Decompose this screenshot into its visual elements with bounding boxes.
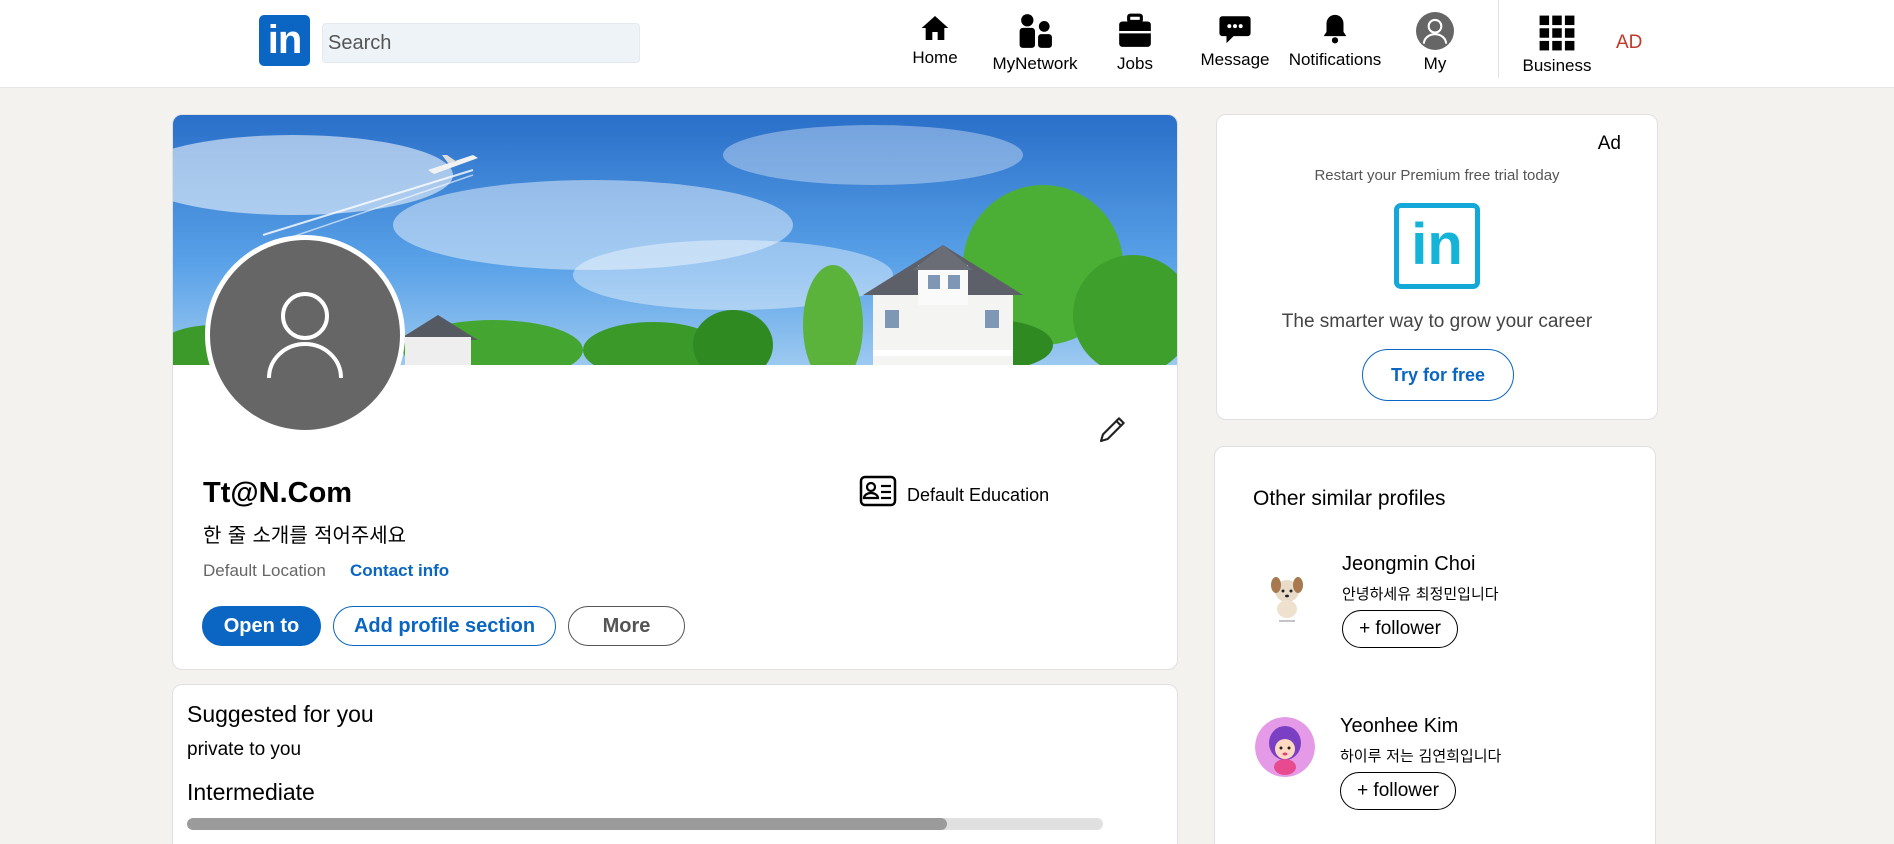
chat-icon — [1219, 16, 1251, 44]
follow-button[interactable]: + follower — [1342, 610, 1458, 648]
profile-strength-fill — [187, 818, 948, 830]
linkedin-logo[interactable]: in — [259, 15, 310, 66]
try-for-free-button[interactable]: Try for free — [1362, 349, 1514, 401]
edit-profile-button[interactable] — [1097, 413, 1133, 449]
grid-icon — [1539, 15, 1575, 51]
nav-my-label: My — [1423, 54, 1447, 73]
briefcase-icon — [1119, 13, 1151, 47]
nav-mynetwork-label: MyNetwork — [992, 54, 1078, 73]
avatar-icon — [1416, 12, 1454, 50]
add-profile-section-button[interactable]: Add profile section — [333, 606, 556, 646]
more-button[interactable]: More — [568, 606, 685, 646]
user-icon — [267, 292, 343, 379]
ad-promo-text: Restart your Premium free trial today — [1314, 167, 1560, 184]
contact-info-link[interactable]: Contact info — [350, 561, 449, 581]
nav-home-label: Home — [912, 48, 958, 67]
nav-home[interactable]: Home — [885, 12, 985, 68]
search-input[interactable] — [322, 23, 640, 63]
suggested-subtitle: private to you — [187, 739, 302, 760]
linkedin-premium-logo: in — [1394, 203, 1480, 289]
nav-notifications[interactable]: Notifications — [1285, 12, 1385, 70]
default-avatar — [210, 240, 400, 430]
nav-notifications-label: Notifications — [1288, 50, 1382, 69]
nav-mynetwork[interactable]: MyNetwork — [985, 12, 1085, 74]
suggested-card: Suggested for you private to you Interme… — [172, 684, 1178, 844]
nav-jobs[interactable]: Jobs — [1085, 12, 1185, 74]
nav-message[interactable]: Message — [1185, 12, 1285, 70]
profile-card: Tt@N.Com 한 줄 소개를 적어주세요 Default Location … — [172, 114, 1178, 670]
avatar — [1257, 565, 1317, 625]
profile-location: Default Location — [203, 561, 326, 580]
similar-profile-bio: 하이루 저는 김연희입니다 — [1340, 747, 1502, 765]
similar-profile-name[interactable]: Jeongmin Choi — [1342, 553, 1475, 576]
nav-my[interactable]: My — [1385, 12, 1485, 74]
similar-profile-name[interactable]: Yeonhee Kim — [1340, 715, 1458, 738]
avatar — [1255, 717, 1315, 777]
profile-name: Tt@N.Com — [203, 477, 353, 509]
profile-avatar[interactable] — [205, 235, 405, 435]
similar-profiles-title: Other similar profiles — [1253, 487, 1446, 510]
premium-ad-card: Ad Restart your Premium free trial today… — [1216, 114, 1658, 420]
top-navigation-bar: in Home MyNetwork Jobs Message Notificat… — [0, 0, 1894, 88]
nav-message-label: Message — [1200, 50, 1270, 69]
profile-headline: 한 줄 소개를 적어주세요 — [203, 523, 407, 547]
nav-divider — [1498, 0, 1499, 78]
similar-profile-bio: 안녕하세유 최정민입니다 — [1342, 585, 1499, 603]
profile-strength-level: Intermediate — [187, 779, 315, 805]
pencil-icon — [1099, 417, 1125, 443]
similar-profiles-card: Other similar profiles Jeongmin Choi 안녕하… — [1214, 446, 1656, 844]
bell-icon — [1323, 14, 1347, 44]
follow-button[interactable]: + follower — [1340, 772, 1456, 810]
similar-profile-item[interactable]: Yeonhee Kim 하이루 저는 김연희입니다 + follower — [1215, 715, 1655, 825]
profile-strength-bar — [187, 818, 1103, 830]
ad-link[interactable]: AD — [1616, 32, 1642, 54]
profile-education[interactable]: Default Education — [907, 485, 1049, 506]
home-icon — [921, 16, 949, 40]
nav-business-label: Business — [1522, 56, 1592, 75]
suggested-title: Suggested for you — [187, 701, 374, 727]
id-card-icon — [859, 475, 897, 512]
similar-profile-item[interactable]: Jeongmin Choi 안녕하세유 최정민입니다 + follower — [1215, 553, 1655, 663]
ad-tagline: The smarter way to grow your career — [1281, 311, 1593, 332]
nav-jobs-label: Jobs — [1117, 54, 1153, 73]
nav-business[interactable]: Business — [1507, 14, 1607, 76]
people-icon — [1019, 14, 1052, 48]
ad-label: Ad — [1597, 133, 1621, 154]
open-to-button[interactable]: Open to — [202, 606, 321, 646]
